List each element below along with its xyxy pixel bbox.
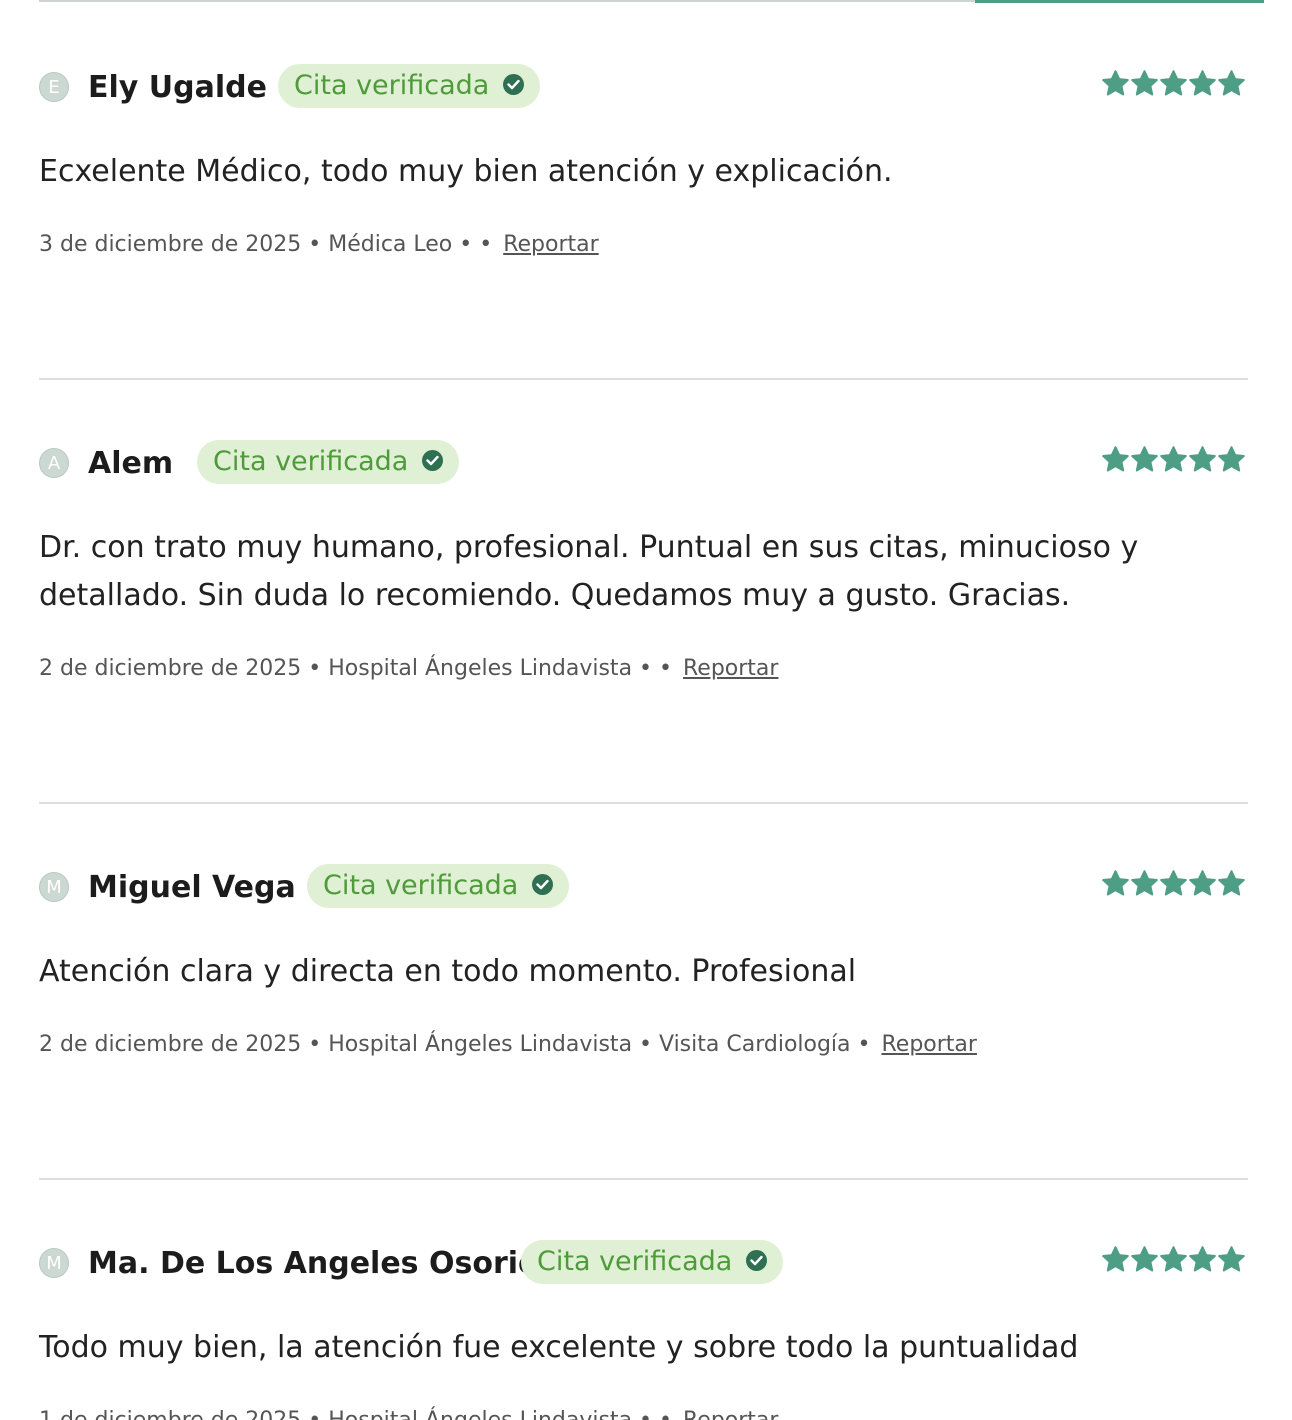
star-rating: [1101, 1245, 1246, 1279]
review-item: A Alem Cita verificada Dr. con trato muy…: [39, 440, 1248, 681]
reviewer-name: Miguel Vega: [88, 870, 296, 905]
report-link[interactable]: Reportar: [882, 1032, 977, 1057]
review-text: Atención clara y directa en todo momento…: [39, 954, 857, 989]
verified-badge-label: Cita verificada: [294, 70, 490, 101]
review-text: Dr. con trato muy humano, profesional. P…: [39, 530, 1139, 613]
review-meta-text: 2 de diciembre de 2025 • Hospital Ángele…: [39, 656, 672, 681]
review-meta-text: 3 de diciembre de 2025 • Médica Leo • •: [39, 232, 493, 257]
review-header: A Alem Cita verificada: [39, 440, 1248, 488]
check-circle-icon: [422, 449, 444, 471]
reviewer-name: Ely Ugalde: [88, 70, 267, 105]
star-rating: [1101, 445, 1246, 479]
star-icon: [1131, 70, 1158, 96]
check-circle-icon: [532, 873, 554, 895]
review-item: E Ely Ugalde Cita verificada Ecxelente M…: [39, 64, 1248, 257]
review-meta: 1 de diciembre de 2025 • Hospital Ángele…: [39, 1408, 1248, 1420]
review-header: M Miguel Vega Cita verificada: [39, 864, 1248, 912]
review-divider: [39, 1178, 1248, 1180]
avatar: M: [39, 1248, 69, 1278]
star-icon: [1102, 1246, 1129, 1272]
review-header: E Ely Ugalde Cita verificada: [39, 64, 1248, 112]
star-icon: [1218, 70, 1245, 96]
report-link[interactable]: Reportar: [683, 1408, 778, 1420]
verified-badge: Cita verificada: [307, 864, 570, 908]
review-header: M Ma. De Los Angeles Osorio Cita verific…: [39, 1240, 1248, 1288]
reviewer-name: Ma. De Los Angeles Osorio: [88, 1246, 539, 1281]
verified-badge: Cita verificada: [278, 64, 541, 108]
verified-badge-label: Cita verificada: [323, 870, 519, 901]
star-icon: [1102, 870, 1129, 896]
reviews-page: E Ely Ugalde Cita verificada Ecxelente M…: [0, 0, 1292, 1420]
review-item: M Ma. De Los Angeles Osorio Cita verific…: [39, 1240, 1248, 1420]
report-link[interactable]: Reportar: [683, 656, 778, 681]
review-meta-text: 1 de diciembre de 2025 • Hospital Ángele…: [39, 1408, 672, 1420]
check-circle-icon: [746, 1249, 768, 1271]
star-icon: [1160, 870, 1187, 896]
check-circle-icon: [503, 73, 525, 95]
review-text: Ecxelente Médico, todo muy bien atención…: [39, 154, 893, 189]
review-divider: [39, 378, 1248, 380]
review-meta: 3 de diciembre de 2025 • Médica Leo • • …: [39, 232, 1248, 257]
star-icon: [1189, 1246, 1216, 1272]
review-meta: 2 de diciembre de 2025 • Hospital Ángele…: [39, 656, 1248, 681]
verified-badge-label: Cita verificada: [213, 446, 409, 477]
star-rating: [1101, 69, 1246, 103]
star-icon: [1131, 446, 1158, 472]
star-icon: [1160, 70, 1187, 96]
star-icon: [1102, 446, 1129, 472]
star-icon: [1160, 1246, 1187, 1272]
review-text: Todo muy bien, la atención fue excelente…: [39, 1330, 1079, 1365]
active-tab-indicator: [975, 0, 1264, 3]
star-rating: [1101, 869, 1246, 903]
reviewer-name: Alem: [88, 446, 174, 481]
star-icon: [1102, 70, 1129, 96]
review-meta: 2 de diciembre de 2025 • Hospital Ángele…: [39, 1032, 1248, 1057]
avatar: M: [39, 872, 69, 902]
verified-badge: Cita verificada: [521, 1240, 784, 1284]
star-icon: [1218, 870, 1245, 896]
star-icon: [1218, 446, 1245, 472]
avatar: E: [39, 72, 69, 102]
star-icon: [1131, 1246, 1158, 1272]
verified-badge-label: Cita verificada: [537, 1246, 733, 1277]
verified-badge: Cita verificada: [197, 440, 460, 484]
star-icon: [1189, 70, 1216, 96]
star-icon: [1189, 446, 1216, 472]
review-item: M Miguel Vega Cita verificada Atención c…: [39, 864, 1248, 1057]
avatar: A: [39, 448, 69, 478]
star-icon: [1160, 446, 1187, 472]
review-meta-text: 2 de diciembre de 2025 • Hospital Ángele…: [39, 1032, 871, 1057]
review-divider: [39, 802, 1248, 804]
star-icon: [1218, 1246, 1245, 1272]
star-icon: [1189, 870, 1216, 896]
star-icon: [1131, 870, 1158, 896]
report-link[interactable]: Reportar: [503, 232, 598, 257]
